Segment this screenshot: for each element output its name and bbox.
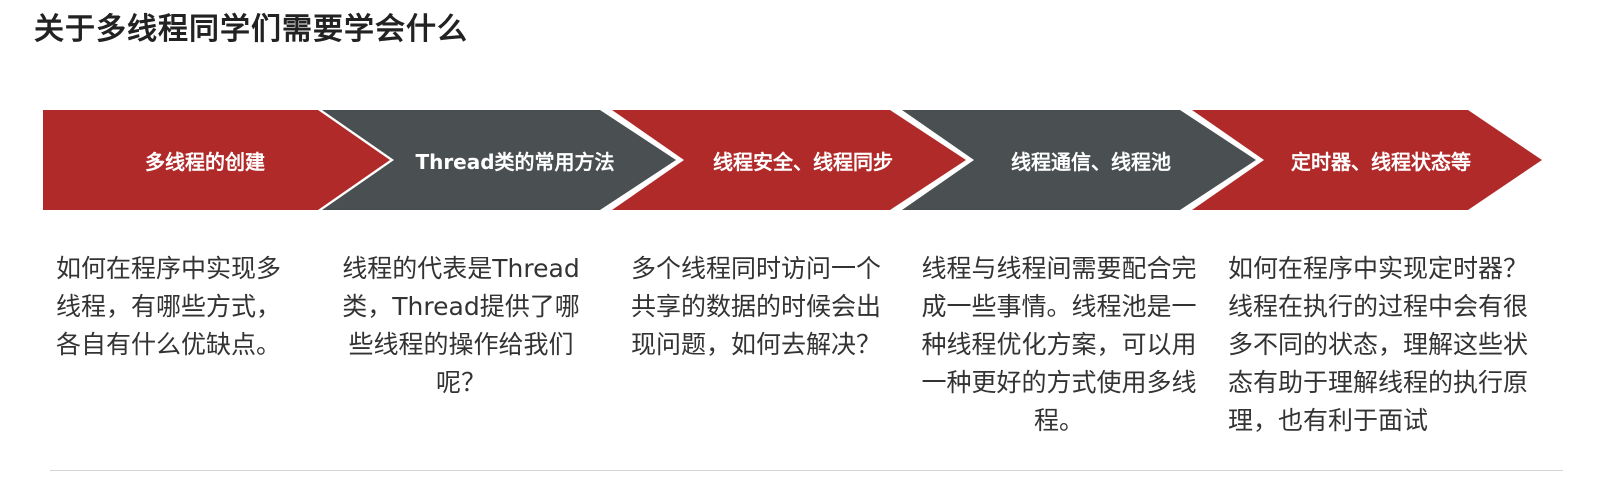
page: 关于多线程同学们需要学会什么 多线程的创建 Thread类的常用方法 线程安全、… bbox=[0, 0, 1613, 479]
step-description-4: 线程与线程间需要配合完成一些事情。线程池是一种线程优化方案，可以用一种更好的方式… bbox=[921, 254, 1197, 435]
step-description-1: 如何在程序中实现多线程，有哪些方式，各自有什么优缺点。 bbox=[56, 254, 282, 359]
step-label-3: 线程安全、线程同步 bbox=[713, 150, 893, 174]
step-label-2: Thread类的常用方法 bbox=[415, 150, 615, 174]
step-description-5: 如何在程序中实现定时器？线程在执行的过程中会有很多不同的状态，理解这些状态有助于… bbox=[1228, 254, 1529, 435]
step-label-1: 多线程的创建 bbox=[145, 150, 265, 174]
step-label-5: 定时器、线程状态等 bbox=[1291, 150, 1471, 174]
bottom-divider bbox=[50, 470, 1563, 471]
step-description-3: 多个线程同时访问一个共享的数据的时候会出现问题，如何去解决？ bbox=[630, 254, 881, 359]
step-description-2: 线程的代表是Thread类，Thread提供了哪些线程的操作给我们呢？ bbox=[342, 254, 580, 397]
process-flow: 多线程的创建 Thread类的常用方法 线程安全、线程同步 线程通信、线程池 定… bbox=[0, 0, 1613, 479]
step-label-4: 线程通信、线程池 bbox=[1011, 150, 1171, 174]
